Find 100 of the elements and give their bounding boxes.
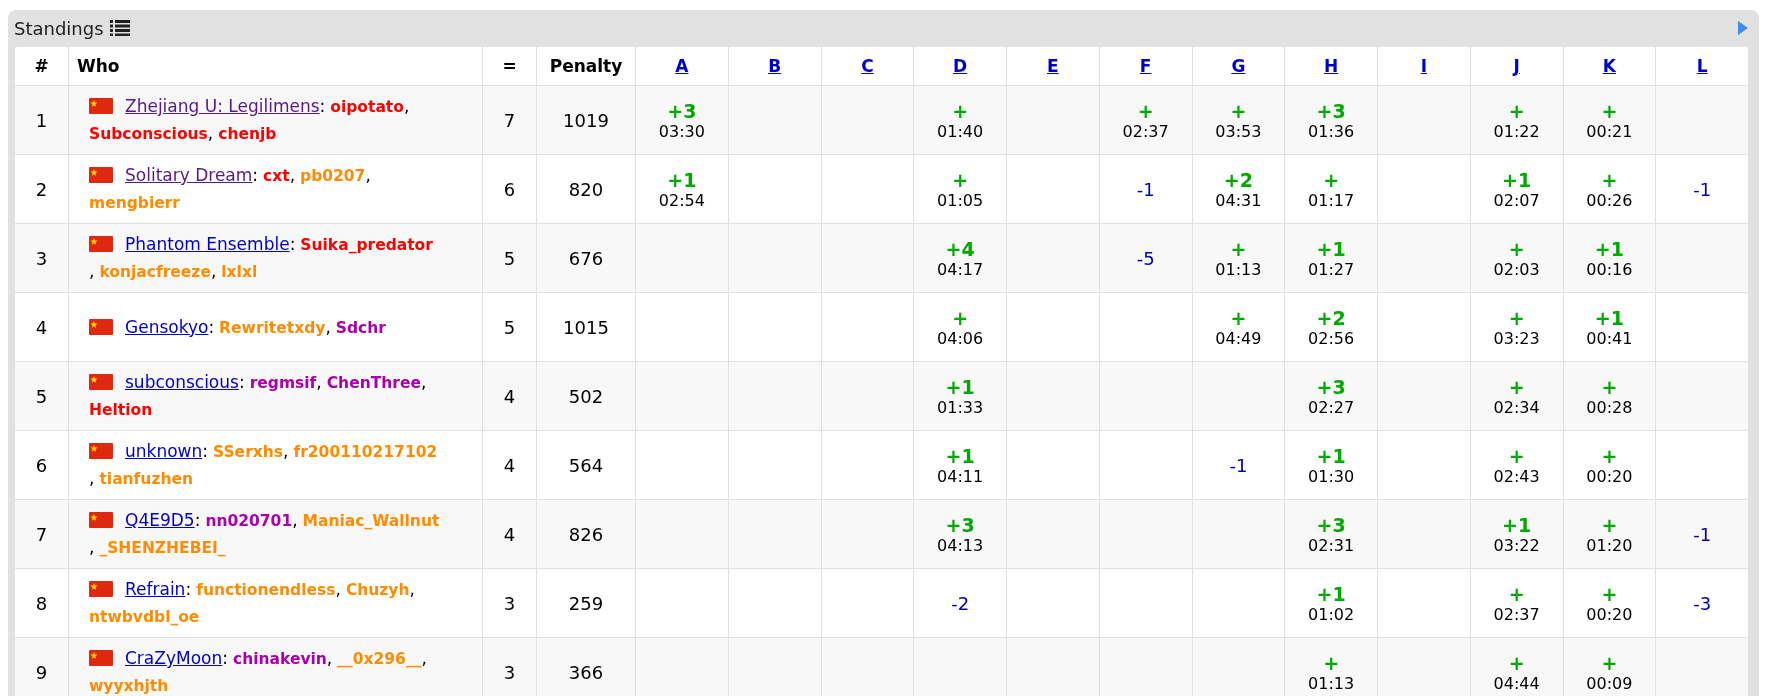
accepted-score: +1 [944,444,976,467]
comma: , [89,467,95,490]
accepted-score: +1 [666,168,698,191]
team-link[interactable]: Gensokyo [125,316,209,337]
submission-time: 04:11 [936,466,985,486]
team-link[interactable]: Zhejiang U: Legilimens [125,96,320,116]
colon: : [194,509,201,532]
submission-time: 04:17 [936,259,985,279]
submission-time: 03:23 [1492,328,1541,348]
submission-time: 03:30 [657,121,706,141]
accepted-score: + [951,99,970,122]
comma: , [335,578,341,601]
problem-link[interactable]: F [1139,56,1152,76]
who-header: Who [68,46,483,86]
solved-cell: 3 [503,592,516,614]
submission-time: 02:37 [1492,604,1541,624]
problem-link[interactable]: C [861,56,874,76]
member-handle[interactable]: regmsif [249,374,317,392]
problem-link[interactable]: D [953,56,968,76]
problem-link[interactable]: L [1696,56,1708,76]
accepted-score: + [1600,582,1619,605]
solved-cell: 4 [503,523,516,545]
accepted-score: +1 [1501,513,1533,536]
member-handle[interactable]: cxt [263,167,290,185]
comma: , [326,647,333,670]
submission-time: 01:17 [1307,190,1356,210]
rank-cell: 5 [35,385,48,407]
submission-time: 00:26 [1585,190,1634,210]
accepted-score: +3 [1315,375,1347,398]
accepted-score: + [1507,99,1526,122]
submission-time: 02:54 [657,190,706,210]
member-handle[interactable]: chinakevin [232,650,327,668]
team-link[interactable]: Phantom Ensemble [125,234,290,254]
comma: , [289,164,296,187]
accepted-score: + [1322,168,1341,191]
problem-link[interactable]: J [1513,56,1520,76]
submission-time: 04:06 [936,328,985,348]
submission-time: 01:13 [1307,673,1356,693]
solved-cell: 3 [503,661,516,683]
team-link[interactable]: unknown [125,441,203,461]
penalty-cell: 564 [568,454,604,476]
colon: : [238,371,245,394]
member-handle[interactable]: Suika_predator [300,236,433,254]
member-handle[interactable]: nn020701 [205,512,293,530]
submission-time: 02:31 [1307,535,1356,555]
submission-time: 01:33 [936,397,985,417]
problem-link[interactable]: E [1047,56,1059,76]
team-link[interactable]: Q4E9D5 [125,510,195,530]
panel-title: Standings [14,17,104,39]
penalty-cell: 826 [568,523,604,545]
submission-time: 02:37 [1121,121,1170,141]
comma: , [210,260,217,283]
submission-time: 04:13 [936,535,985,555]
rejected-attempts: -2 [951,592,970,614]
comma: , [325,315,331,339]
penalty-cell: 1019 [563,109,609,131]
team-link[interactable]: Solitary Dream [125,165,253,185]
rank-cell: 7 [35,523,48,545]
colon: : [202,440,208,463]
solved-header: = [482,46,537,86]
submission-time: 03:22 [1492,535,1541,555]
accepted-score: +2 [1315,306,1347,329]
team-link[interactable]: Refrain [125,579,186,599]
accepted-score: +1 [1315,582,1347,605]
accepted-score: +1 [1593,237,1625,260]
rank-cell: 9 [35,661,48,683]
member-handle[interactable]: Sdchr [335,318,386,337]
team-link[interactable]: CraZyMoon [125,648,223,668]
problem-link[interactable]: H [1324,56,1339,76]
problem-link[interactable]: A [675,56,689,76]
problem-link[interactable]: B [768,56,782,76]
rejected-attempts: -3 [1693,592,1712,614]
problem-link[interactable]: I [1420,56,1428,76]
accepted-score: +1 [1315,444,1347,467]
accepted-score: +3 [1315,99,1347,122]
member-handle[interactable]: Subconscious [89,125,208,143]
accepted-score: + [1507,582,1526,605]
accepted-score: + [1136,99,1155,122]
problem-link[interactable]: K [1602,56,1616,76]
member-handle[interactable]: Heltion [89,401,153,419]
comma: , [89,260,95,283]
rejected-attempts: -1 [1136,178,1155,200]
submission-time: 00:16 [1585,259,1634,279]
member-handle[interactable]: ChenThree [326,374,421,392]
submission-time: 02:43 [1492,466,1541,486]
submission-time: 00:20 [1585,604,1634,624]
rank-cell: 8 [35,592,48,614]
comma: , [316,371,322,394]
member-handle[interactable]: chenjb [218,125,277,143]
problem-link[interactable]: G [1231,56,1246,76]
solved-cell: 4 [503,454,516,476]
accepted-score: +3 [944,513,976,536]
solved-cell: 5 [503,247,516,269]
team-link[interactable]: subconscious [125,372,239,392]
submission-time: 00:20 [1585,466,1634,486]
submission-time: 01:40 [936,121,985,141]
submission-time: 03:53 [1214,121,1263,141]
comma: , [403,95,410,118]
member-handle[interactable]: oipotato [330,98,404,116]
submission-time: 01:20 [1585,535,1634,555]
